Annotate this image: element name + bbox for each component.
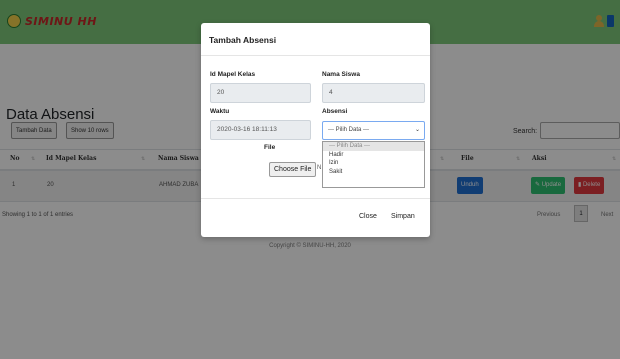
absensi-label: Absensi [322, 108, 348, 115]
absensi-option-izin[interactable]: Izin [323, 159, 424, 168]
modal-header-divider [201, 55, 430, 56]
nama-siswa-field[interactable]: 4 [322, 83, 425, 103]
absensi-option[interactable]: --- Pilih Data --- [323, 142, 424, 151]
id-mapel-label: Id Mapel Kelas [210, 71, 256, 78]
absensi-selected-value: --- Pilih Data --- [328, 127, 370, 133]
waktu-field[interactable]: 2020-03-16 18:11:13 [210, 120, 311, 140]
absensi-option-sakit[interactable]: Sakit [323, 168, 424, 177]
footer-copyright: Copyright © SIMINU-HH, 2020 [269, 243, 351, 249]
chevron-down-icon: ⌄ [414, 127, 420, 133]
file-status: N [317, 165, 322, 171]
tambah-absensi-modal: Tambah Absensi Id Mapel Kelas 20 Nama Si… [201, 23, 430, 237]
modal-title: Tambah Absensi [209, 35, 277, 45]
absensi-select[interactable]: --- Pilih Data --- ⌄ [322, 121, 425, 140]
simpan-button[interactable]: Simpan [391, 213, 415, 220]
absensi-option-hadir[interactable]: Hadir [323, 151, 424, 160]
waktu-label: Waktu [210, 108, 230, 115]
id-mapel-field[interactable]: 20 [210, 83, 311, 103]
close-button[interactable]: Close [359, 213, 377, 220]
file-label: File [264, 144, 276, 151]
absensi-dropdown-list: --- Pilih Data --- Hadir Izin Sakit [322, 141, 425, 188]
choose-file-button[interactable]: Choose File [269, 162, 317, 177]
nama-siswa-label: Nama Siswa [322, 71, 360, 78]
modal-footer-divider [201, 198, 430, 199]
